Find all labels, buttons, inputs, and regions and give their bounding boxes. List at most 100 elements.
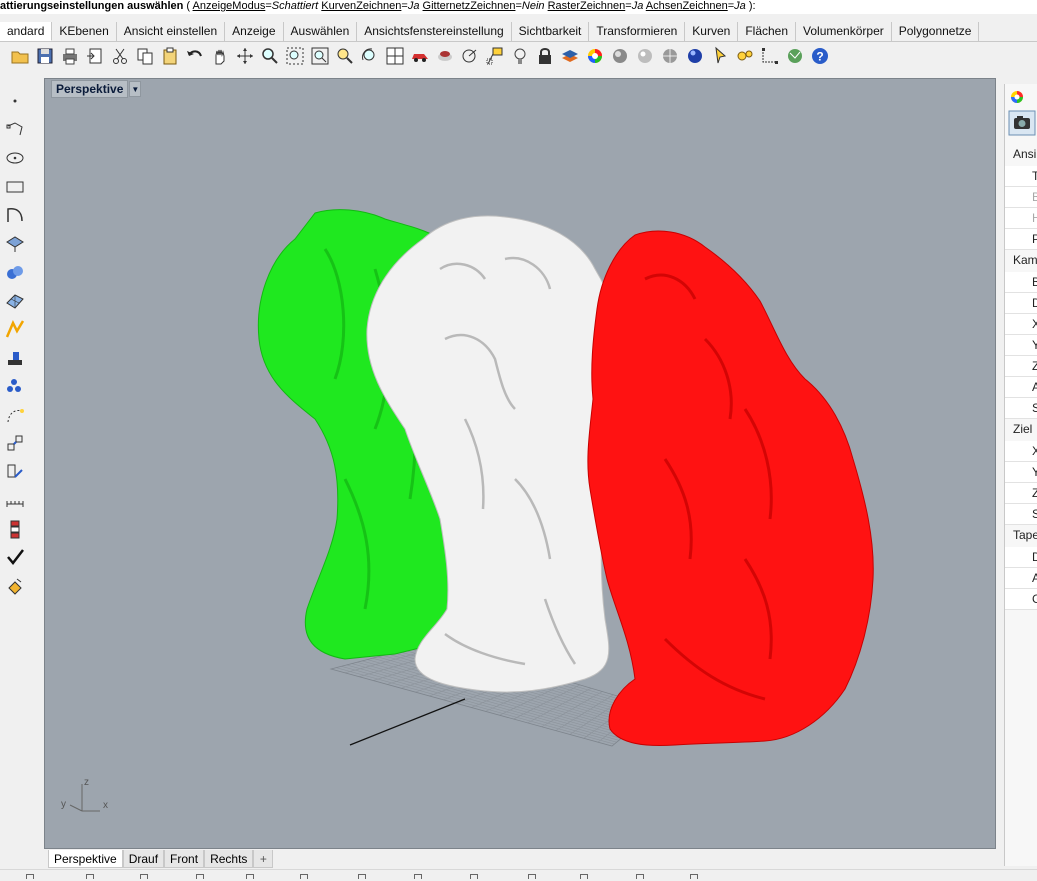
dimension-icon[interactable] [758, 44, 782, 68]
rectangle-icon[interactable] [4, 176, 26, 198]
properties-field[interactable]: X [1005, 441, 1037, 462]
solid-icon[interactable] [4, 261, 26, 283]
ghosted-sphere-icon[interactable] [633, 44, 657, 68]
properties-section-header[interactable]: Kam [1005, 250, 1037, 272]
properties-field[interactable]: Y [1005, 462, 1037, 483]
light-bulb-icon[interactable] [508, 44, 532, 68]
transform-icon[interactable] [4, 318, 26, 340]
properties-field[interactable]: Y [1005, 335, 1037, 356]
properties-field[interactable]: D [1005, 547, 1037, 568]
zoom-selected-icon[interactable] [333, 44, 357, 68]
add-viewport-tab-button[interactable]: + [253, 850, 274, 868]
sphere-icon[interactable] [608, 44, 632, 68]
status-checkbox[interactable] [26, 874, 34, 879]
status-checkbox[interactable] [300, 874, 308, 879]
point-snap-icon[interactable] [483, 44, 507, 68]
tab-sichtbarkeit[interactable]: Sichtbarkeit [512, 22, 590, 41]
tab-kebenen[interactable]: KEbenen [52, 22, 117, 41]
status-checkbox[interactable] [470, 874, 478, 879]
dimension-left-icon[interactable] [4, 489, 26, 511]
surface-icon[interactable] [4, 233, 26, 255]
tab-andard[interactable]: andard [0, 22, 53, 41]
properties-field[interactable]: H [1005, 208, 1037, 229]
curve-icon[interactable] [4, 204, 26, 226]
properties-field[interactable]: D [1005, 293, 1037, 314]
viewport-tab-rechts[interactable]: Rechts [204, 850, 254, 868]
rotate-camera-icon[interactable] [358, 44, 382, 68]
polyline-icon[interactable] [4, 119, 26, 141]
tab-auswählen[interactable]: Auswählen [284, 22, 358, 41]
status-checkbox[interactable] [246, 874, 254, 879]
properties-field[interactable]: B [1005, 187, 1037, 208]
copy-icon[interactable] [133, 44, 157, 68]
command-option[interactable]: AnzeigeModus=Schattiert [193, 0, 319, 12]
status-checkbox[interactable] [580, 874, 588, 879]
status-checkbox[interactable] [86, 874, 94, 879]
car-icon[interactable] [408, 44, 432, 68]
properties-section-header[interactable]: Ansi [1005, 144, 1037, 166]
status-checkbox[interactable] [414, 874, 422, 879]
properties-field[interactable]: Z [1005, 483, 1037, 504]
status-checkbox[interactable] [690, 874, 698, 879]
properties-field[interactable]: B [1005, 272, 1037, 293]
rotate-view-icon[interactable] [233, 44, 257, 68]
properties-field[interactable]: A [1005, 568, 1037, 589]
status-checkbox[interactable] [528, 874, 536, 879]
status-checkbox[interactable] [140, 874, 148, 879]
properties-section-header[interactable]: Ziel [1005, 419, 1037, 441]
color-wheel-icon[interactable] [583, 44, 607, 68]
options-gear-icon[interactable] [733, 44, 757, 68]
print-icon[interactable] [58, 44, 82, 68]
command-option[interactable]: RasterZeichnen=Ja [548, 0, 644, 12]
zoom-icon[interactable] [258, 44, 282, 68]
circle-icon[interactable] [4, 147, 26, 169]
lock-icon[interactable] [533, 44, 557, 68]
properties-field[interactable]: G [1005, 589, 1037, 610]
rendered-sphere-icon[interactable] [658, 44, 682, 68]
tab-polygonnetze[interactable]: Polygonnetze [892, 22, 980, 41]
properties-field[interactable]: X [1005, 314, 1037, 335]
camera-tab-icon[interactable] [1008, 110, 1036, 136]
save-icon[interactable] [33, 44, 57, 68]
tab-ansicht-einstellen[interactable]: Ansicht einstellen [117, 22, 226, 41]
properties-field[interactable]: P [1005, 229, 1037, 250]
blue-sphere-icon[interactable] [683, 44, 707, 68]
tab-ansichtsfenstereinstellung[interactable]: Ansichtsfenstereinstellung [357, 22, 512, 41]
import-icon[interactable] [83, 44, 107, 68]
open-icon[interactable] [8, 44, 32, 68]
command-option[interactable]: AchsenZeichnen=Ja [646, 0, 746, 12]
edit-point-icon[interactable] [4, 404, 26, 426]
tab-flächen[interactable]: Flächen [738, 22, 797, 41]
layer-icon[interactable] [558, 44, 582, 68]
properties-section-header[interactable]: Tape [1005, 525, 1037, 547]
viewport-tab-drauf[interactable]: Drauf [122, 850, 165, 868]
zoom-window-icon[interactable] [283, 44, 307, 68]
properties-field[interactable]: T [1005, 166, 1037, 187]
viewport-menu-arrow-icon[interactable]: ▼ [129, 81, 142, 97]
viewport-tab-front[interactable]: Front [164, 850, 205, 868]
pan-icon[interactable] [208, 44, 232, 68]
viewport-tab-perspektive[interactable]: Perspektive [48, 850, 123, 868]
cplane-icon[interactable] [458, 44, 482, 68]
properties-field[interactable]: Z [1005, 356, 1037, 377]
point-icon[interactable] [4, 90, 26, 112]
tab-volumenkörper[interactable]: Volumenkörper [796, 22, 892, 41]
scale-icon[interactable] [4, 432, 26, 454]
tab-kurven[interactable]: Kurven [685, 22, 739, 41]
select-arrow-icon[interactable] [708, 44, 732, 68]
undo-icon[interactable] [183, 44, 207, 68]
check-icon[interactable] [4, 546, 26, 568]
paint-bucket-icon[interactable] [4, 575, 26, 597]
help-icon[interactable]: ? [808, 44, 832, 68]
status-checkbox[interactable] [196, 874, 204, 879]
properties-field[interactable]: S [1005, 504, 1037, 525]
globe-icon[interactable] [783, 44, 807, 68]
mesh-icon[interactable] [4, 290, 26, 312]
properties-field[interactable]: A [1005, 377, 1037, 398]
extrude-icon[interactable] [4, 461, 26, 483]
tab-transformieren[interactable]: Transformieren [589, 22, 686, 41]
four-viewports-icon[interactable] [383, 44, 407, 68]
properties-field[interactable]: S [1005, 398, 1037, 419]
boolean-icon[interactable] [4, 347, 26, 369]
cut-icon[interactable] [108, 44, 132, 68]
